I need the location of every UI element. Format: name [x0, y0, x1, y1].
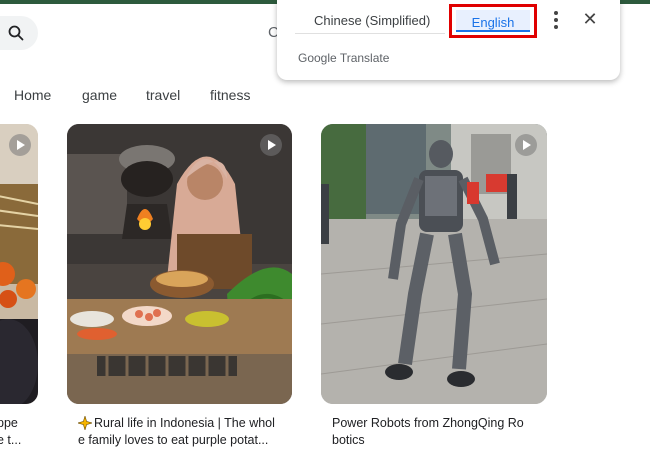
play-icon: [260, 134, 282, 156]
video-thumbnail: [67, 124, 292, 404]
card-1-caption-line-2[interactable]: e t...: [0, 432, 21, 449]
translate-popup: Chinese (Simplified) English ✕ Google Tr…: [277, 0, 620, 80]
card-2-caption-line-2[interactable]: e family loves to eat purple potat...: [78, 432, 268, 449]
card-3-caption-line-2[interactable]: botics: [332, 432, 365, 449]
card-2-caption-line-1[interactable]: Rural life in Indonesia | The whol: [94, 415, 275, 432]
video-card-robot[interactable]: [321, 124, 547, 404]
video-thumbnail: [0, 124, 38, 404]
target-language-label[interactable]: English: [456, 15, 530, 30]
tab-travel[interactable]: travel: [146, 87, 180, 103]
sparkle-icon: [78, 416, 92, 430]
tab-fitness[interactable]: fitness: [210, 87, 250, 103]
play-icon: [9, 134, 31, 156]
source-language-tab[interactable]: Chinese (Simplified): [314, 13, 430, 28]
more-vert-icon[interactable]: [549, 10, 563, 30]
tab-home[interactable]: Home: [14, 87, 51, 103]
tab-divider: [295, 33, 445, 34]
play-icon: [515, 134, 537, 156]
google-translate-branding: Google Translate: [298, 51, 390, 65]
video-thumbnail: [321, 124, 547, 404]
target-language-highlight: English: [449, 4, 537, 38]
video-card-indonesia[interactable]: [67, 124, 292, 404]
video-card-skewers[interactable]: [0, 124, 38, 404]
card-3-caption-line-1[interactable]: Power Robots from ZhongQing Ro: [332, 415, 524, 432]
card-1-caption-line-1[interactable]: ppe: [0, 415, 18, 432]
search-icon[interactable]: [8, 25, 24, 41]
tab-game[interactable]: game: [82, 87, 117, 103]
target-language-tab[interactable]: English: [456, 10, 530, 32]
close-icon[interactable]: ✕: [581, 10, 599, 28]
